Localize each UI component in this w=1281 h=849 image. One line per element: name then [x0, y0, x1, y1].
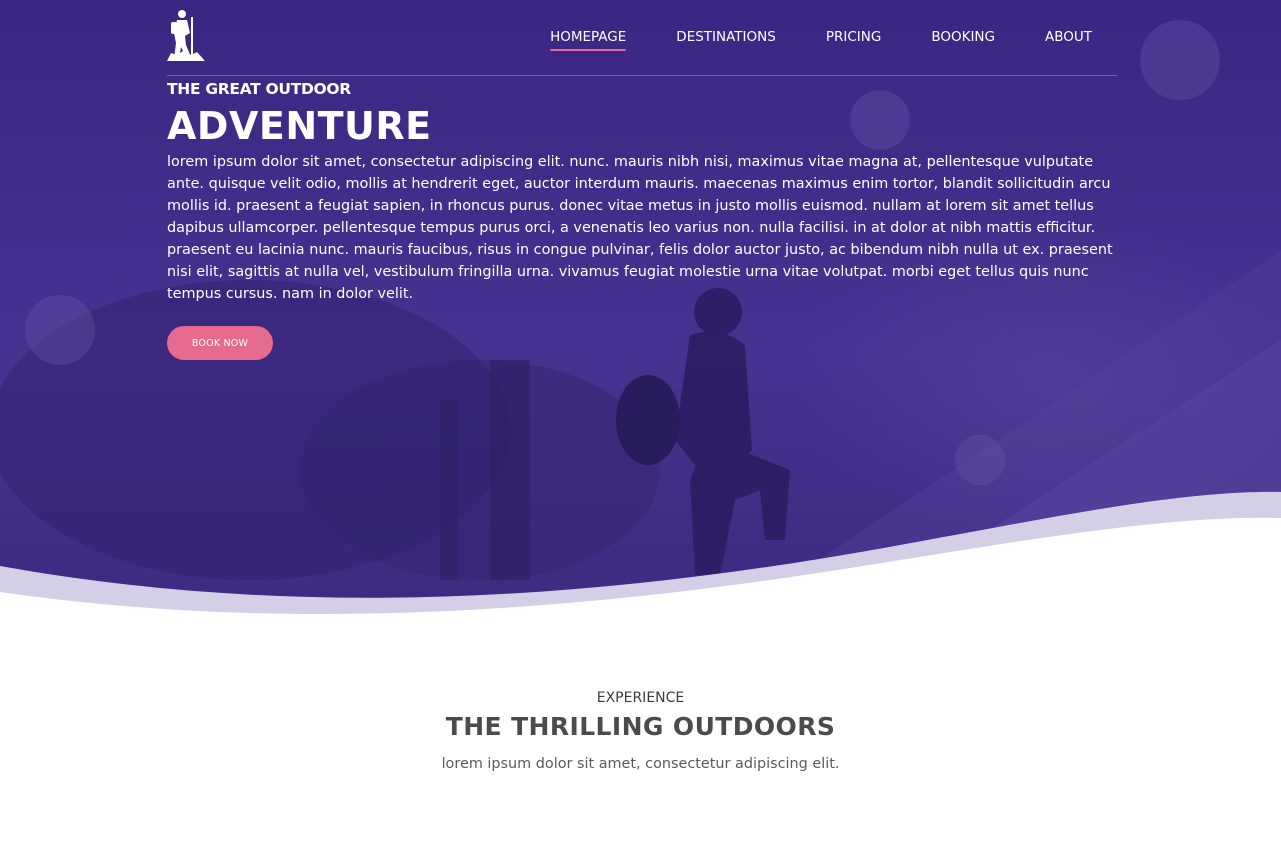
page: HOMEPAGE DESTINATIONS PRICING BOOKING AB… [0, 0, 1281, 849]
hero-wave-divider [0, 491, 1281, 640]
book-now-button[interactable]: BOOK NOW [167, 326, 273, 360]
nav-item-destinations[interactable]: DESTINATIONS [676, 29, 776, 51]
section-title: THE THRILLING OUTDOORS [445, 712, 836, 741]
hero-description: lorem ipsum dolor sit amet, consectetur … [167, 154, 1113, 302]
main-menu: HOMEPAGE DESTINATIONS PRICING BOOKING AB… [550, 29, 1092, 51]
hero-section: HOMEPAGE DESTINATIONS PRICING BOOKING AB… [0, 0, 1281, 640]
nav-item-about[interactable]: ABOUT [1045, 29, 1092, 51]
top-navigation: HOMEPAGE DESTINATIONS PRICING BOOKING AB… [167, 0, 1117, 76]
section-subtitle: lorem ipsum dolor sit amet, consectetur … [441, 756, 840, 772]
section-eyebrow: EXPERIENCE [596, 690, 685, 706]
nav-item-homepage[interactable]: HOMEPAGE [550, 29, 627, 51]
hero-pre-title: THE GREAT OUTDOOR [167, 80, 351, 98]
nav-item-pricing[interactable]: PRICING [826, 29, 881, 51]
hero-title: ADVENTURE [167, 104, 432, 148]
hiker-icon[interactable] [167, 9, 205, 61]
nav-item-booking[interactable]: BOOKING [931, 29, 995, 51]
